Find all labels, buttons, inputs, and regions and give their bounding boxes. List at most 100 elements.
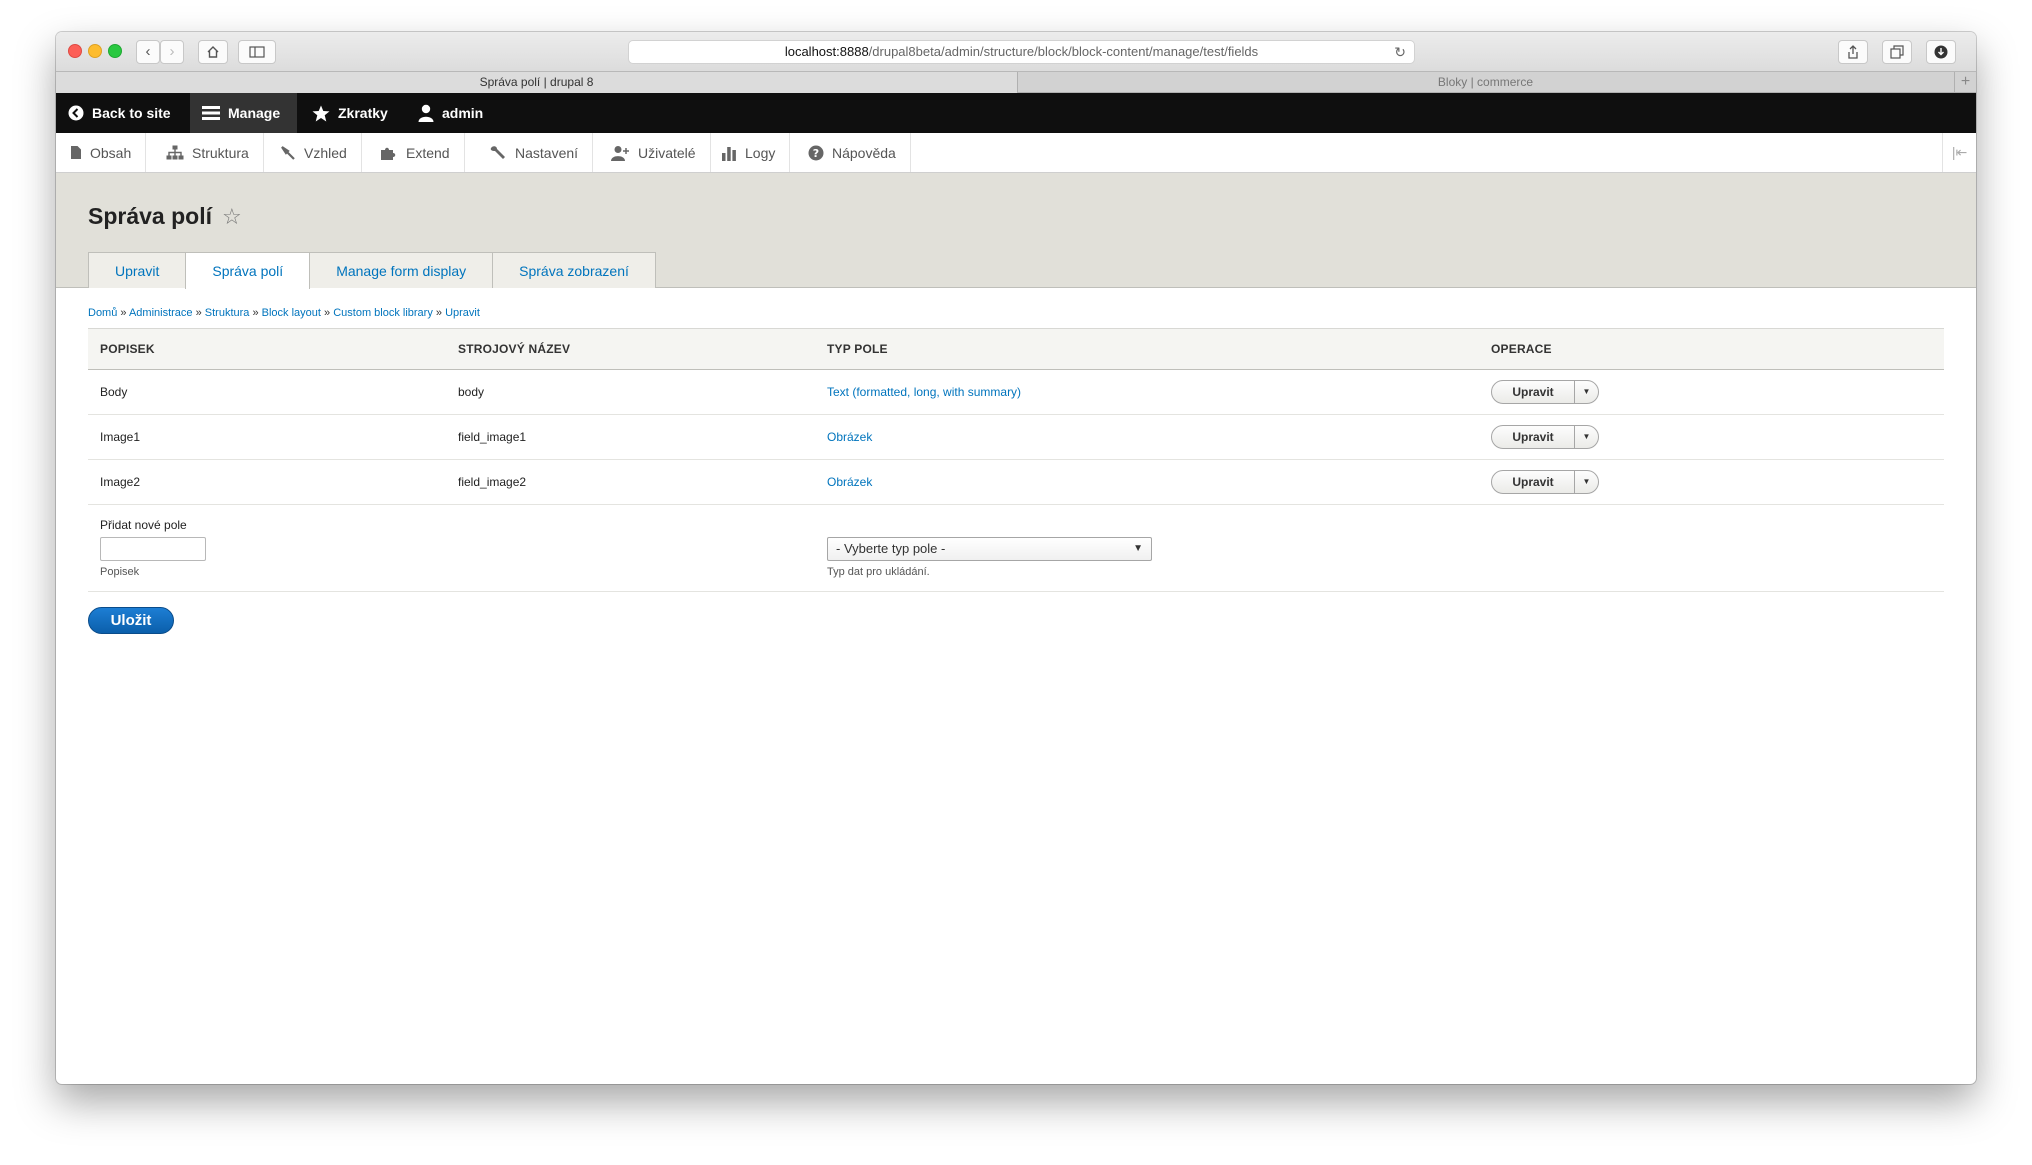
shortcut-star-icon[interactable]: ☆: [222, 204, 242, 230]
sidebar-icon: [249, 46, 265, 58]
new-tab-button[interactable]: +: [1954, 72, 1976, 93]
zoom-window-button[interactable]: [108, 44, 122, 58]
field-label: Body: [88, 369, 446, 415]
tab-manage-display[interactable]: Správa zobrazení: [492, 252, 656, 288]
plus-icon: +: [1960, 73, 1971, 90]
url-path: /drupal8beta/admin/structure/block/block…: [868, 44, 1259, 59]
browser-window: ‹ › localhost:8888/drupal8beta/admin/str…: [56, 32, 1976, 1084]
add-new-field-row: Přidat nové pole Popisek - Vyberte typ p…: [88, 504, 1944, 592]
dropbutton-toggle[interactable]: ▼: [1574, 426, 1598, 448]
back-to-site-label: Back to site: [92, 105, 171, 121]
sidebar-button[interactable]: [238, 40, 276, 64]
bar-chart-icon: [722, 146, 736, 161]
browser-tab-commerce[interactable]: Bloky | commerce: [1018, 72, 1953, 93]
operations-dropbutton: Upravit ▼: [1491, 380, 1599, 404]
field-type-select-value: - Vyberte typ pole -: [836, 540, 946, 556]
field-type-help: Typ dat pro ukládání.: [827, 565, 930, 578]
url-host: localhost:8888: [784, 44, 869, 59]
manage-menu-button[interactable]: Manage: [190, 93, 297, 133]
caret-down-icon: ▼: [1582, 387, 1591, 396]
browser-toolbar: ‹ › localhost:8888/drupal8beta/admin/str…: [56, 32, 1976, 71]
column-header-field-type: TYP POLE: [815, 328, 1479, 370]
home-button[interactable]: [198, 40, 228, 64]
field-machine-name: field_image1: [446, 414, 815, 460]
edit-button[interactable]: Upravit: [1492, 426, 1574, 448]
edit-button[interactable]: Upravit: [1492, 381, 1574, 403]
page-header: Správa polí ☆ Upravit Správa polí Manage…: [56, 173, 1976, 289]
dropbutton-toggle[interactable]: ▼: [1574, 381, 1598, 403]
edit-button[interactable]: Upravit: [1492, 471, 1574, 493]
share-button[interactable]: [1838, 40, 1868, 64]
breadcrumb-link-edit[interactable]: Upravit: [445, 307, 480, 319]
back-to-site-link[interactable]: Back to site: [56, 93, 183, 133]
dropbutton-toggle[interactable]: ▼: [1574, 471, 1598, 493]
tray-item-label: Obsah: [90, 144, 132, 161]
tray-item-people[interactable]: Uživatelé: [596, 133, 711, 172]
tabs-overview-button[interactable]: [1882, 40, 1912, 64]
download-icon: [1934, 45, 1948, 59]
tab-manage-form-display[interactable]: Manage form display: [309, 252, 494, 288]
add-new-field-cell: Přidat nové pole Popisek: [88, 504, 446, 592]
tab-manage-fields[interactable]: Správa polí: [185, 252, 311, 289]
admin-toolbar: Back to site Manage Zkratky admin: [56, 93, 1976, 133]
tab-edit[interactable]: Upravit: [88, 252, 187, 288]
breadcrumb-link-administration[interactable]: Administrace: [129, 307, 193, 319]
orientation-icon: |⇤: [1951, 144, 1968, 160]
tray-item-structure[interactable]: Struktura: [152, 133, 264, 172]
tray-item-reports[interactable]: Logy: [707, 133, 791, 172]
browser-tab-strip: Správa polí | drupal 8 Bloky | commerce …: [56, 71, 1976, 93]
table-row: Image2 field_image2 Obrázek Upravit ▼: [88, 459, 1944, 505]
chevron-right-icon: ›: [169, 43, 175, 60]
operations-cell: Upravit ▼: [1479, 369, 1944, 415]
hamburger-icon: [202, 106, 220, 120]
breadcrumb-link-home[interactable]: Domů: [88, 307, 117, 319]
field-type-link[interactable]: Text (formatted, long, with summary): [815, 369, 1479, 415]
empty-cell: [1479, 504, 1944, 592]
minimize-window-button[interactable]: [88, 44, 102, 58]
back-button[interactable]: ‹: [136, 40, 160, 64]
breadcrumb-link-custom-block-library[interactable]: Custom block library: [333, 307, 433, 319]
user-menu-button[interactable]: admin: [406, 93, 495, 133]
tray-orientation-toggle[interactable]: |⇤: [1942, 133, 1976, 172]
caret-down-icon: ▼: [1582, 432, 1591, 441]
close-window-button[interactable]: [68, 44, 82, 58]
page-title-text: Správa polí: [88, 203, 212, 229]
field-type-link[interactable]: Obrázek: [815, 459, 1479, 505]
breadcrumb-link-block-layout[interactable]: Block layout: [262, 307, 321, 319]
primary-tabs: Upravit Správa polí Manage form display …: [88, 252, 656, 289]
add-new-field-title: Přidat nové pole: [100, 518, 187, 532]
field-type-cell: - Vyberte typ pole - ▼ Typ dat pro uklád…: [815, 504, 1479, 592]
wrench-icon: [490, 145, 505, 159]
tray-item-label: Nastavení: [515, 144, 579, 161]
downloads-button[interactable]: [1926, 40, 1956, 64]
field-type-link[interactable]: Obrázek: [815, 414, 1479, 460]
back-arrow-circle-icon: [68, 105, 84, 121]
reload-icon[interactable]: ↻: [1394, 41, 1406, 63]
document-icon: [71, 146, 81, 159]
help-icon: ?: [808, 145, 824, 160]
operations-cell: Upravit ▼: [1479, 459, 1944, 505]
browser-tab-drupal8[interactable]: Správa polí | drupal 8: [56, 72, 1018, 93]
shortcuts-menu-button[interactable]: Zkratky: [300, 93, 400, 133]
field-machine-name: body: [446, 369, 815, 415]
tray-item-label: Logy: [745, 144, 776, 161]
breadcrumb-link-structure[interactable]: Struktura: [205, 307, 250, 319]
address-bar[interactable]: localhost:8888/drupal8beta/admin/structu…: [628, 40, 1415, 64]
save-button[interactable]: Uložit: [88, 607, 174, 634]
tray-item-content[interactable]: Obsah: [56, 133, 147, 172]
tray-item-label: Struktura: [192, 144, 249, 161]
tray-item-extend[interactable]: Extend: [366, 133, 465, 172]
tray-item-help[interactable]: ? Nápověda: [794, 133, 911, 172]
tray-item-label: Uživatelé: [638, 144, 696, 161]
field-type-select[interactable]: - Vyberte typ pole - ▼: [827, 536, 1152, 561]
tray-item-configuration[interactable]: Nastavení: [475, 133, 594, 172]
column-header-label: POPISEK: [88, 328, 446, 370]
field-machine-name: field_image2: [446, 459, 815, 505]
breadcrumb: Domů » Administrace » Struktura » Block …: [88, 307, 480, 319]
new-field-label-input[interactable]: [100, 537, 206, 561]
table-header-row: POPISEK STROJOVÝ NÁZEV TYP POLE OPERACE: [88, 328, 1944, 370]
forward-button[interactable]: ›: [160, 40, 184, 64]
operations-cell: Upravit ▼: [1479, 414, 1944, 460]
share-icon: [1848, 45, 1858, 59]
tray-item-appearance[interactable]: Vzhled: [266, 133, 362, 172]
